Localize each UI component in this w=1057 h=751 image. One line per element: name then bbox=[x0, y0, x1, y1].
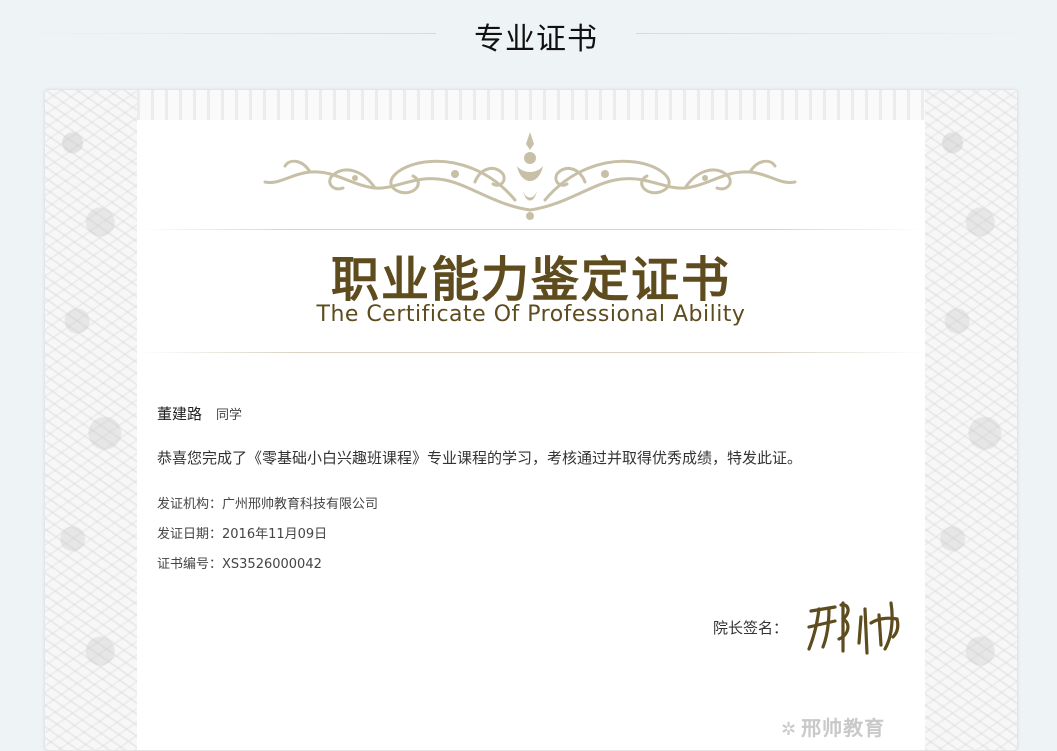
recipient-suffix: 同学 bbox=[216, 408, 243, 423]
congratulations-text: 恭喜您完成了《零基础小白兴趣班课程》专业课程的学习，考核通过并取得优秀成绩，特发… bbox=[157, 449, 803, 467]
signature-image bbox=[807, 601, 900, 655]
signature-label: 院长签名： bbox=[713, 619, 789, 637]
brand-logo-icon: ✲ bbox=[781, 719, 798, 740]
header-divider-left bbox=[0, 33, 436, 34]
page-header: 专业证书 bbox=[0, 0, 1057, 70]
flourish-ornament bbox=[263, 132, 797, 220]
title-rule-bottom bbox=[137, 352, 925, 353]
brand-watermark-text: 邢帅教育 bbox=[801, 716, 886, 740]
recipient-name: 董建路 bbox=[157, 405, 203, 423]
title-rule-top bbox=[137, 229, 925, 230]
issue-date-info: 发证日期：2016年11月09日 bbox=[157, 527, 328, 542]
issuer-info: 发证机构：广州邢帅教育科技有限公司 bbox=[157, 497, 379, 512]
page-title: 专业证书 bbox=[474, 22, 598, 57]
brand-watermark: ✲ 邢帅教育 bbox=[781, 712, 911, 742]
ornamental-border-right bbox=[925, 90, 1017, 750]
header-divider-right bbox=[636, 33, 1057, 34]
certificate-number-info: 证书编号：XS3526000042 bbox=[157, 557, 322, 572]
certificate-subtitle: The Certificate Of Professional Ability bbox=[316, 302, 746, 327]
ornamental-border-left bbox=[45, 90, 137, 750]
recipient-line: 董建路 同学 bbox=[157, 403, 242, 424]
certificate-title: 职业能力鉴定证书 bbox=[330, 252, 731, 308]
certificate-card: 职业能力鉴定证书 The Certificate Of Professional… bbox=[44, 89, 1018, 751]
ornamental-border-top bbox=[137, 90, 925, 120]
